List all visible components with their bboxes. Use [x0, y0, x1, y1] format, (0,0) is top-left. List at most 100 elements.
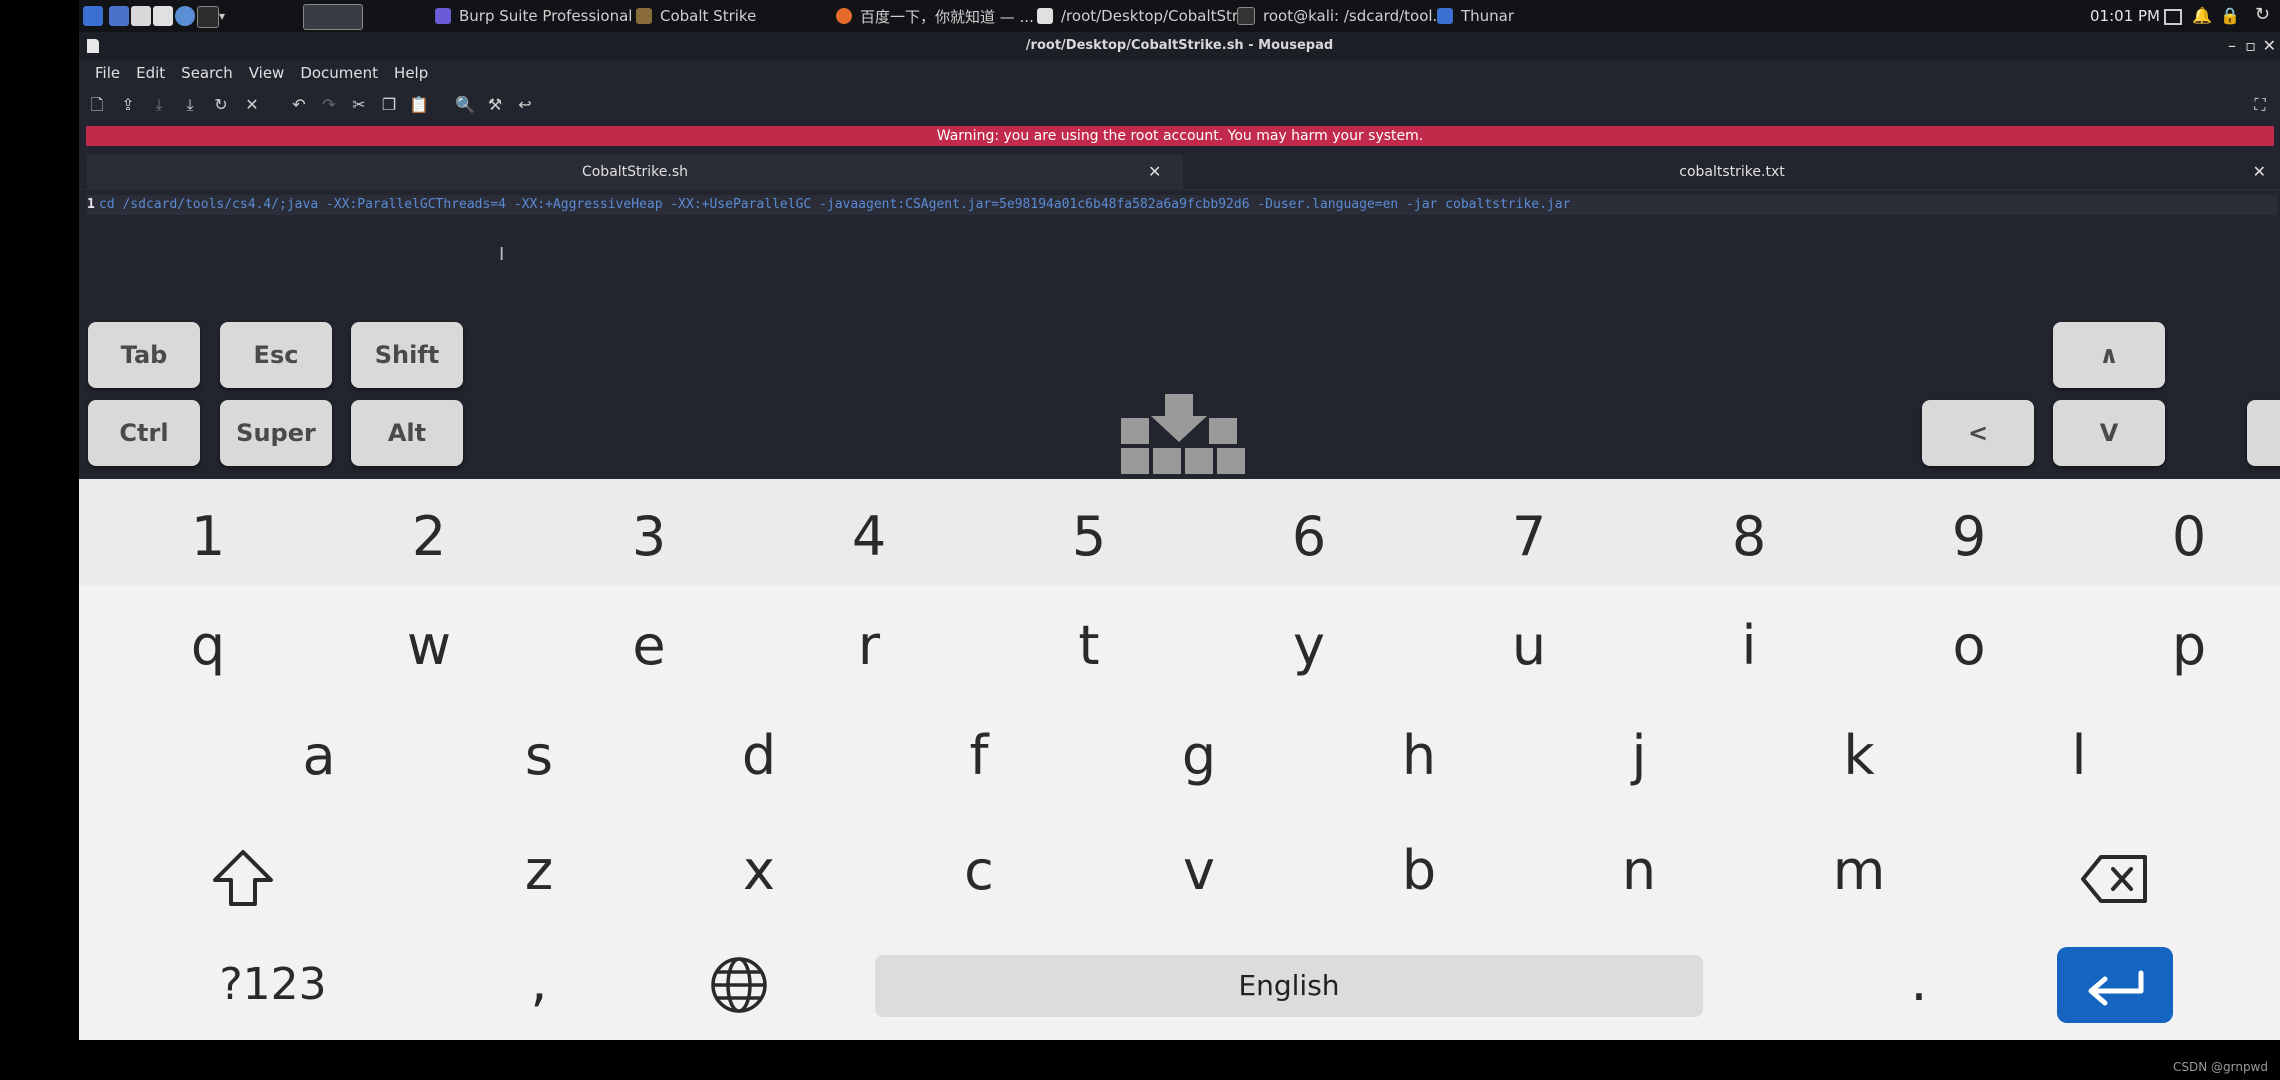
show-desktop-icon[interactable]	[109, 6, 129, 26]
chevron-down-icon[interactable]: ▾	[219, 6, 229, 26]
tab-cobaltstrike-txt[interactable]: cobaltstrike.txt	[1187, 155, 2277, 189]
editor-area[interactable]: 1 cd /sdcard/tools/cs4.4/;java -XX:Parall…	[79, 190, 2280, 480]
paste-icon[interactable]: 📋	[409, 94, 429, 116]
key-4[interactable]: 4	[809, 510, 929, 564]
terminal-icon[interactable]	[197, 6, 219, 28]
open-file-icon[interactable]: ⇪	[118, 94, 138, 116]
task-mousepad[interactable]: /root/Desktop/CobaltStr...	[1037, 0, 1251, 32]
key-r[interactable]: r	[809, 619, 929, 673]
lock-icon[interactable]: 🔒	[2220, 6, 2240, 25]
undo-icon[interactable]: ↶	[289, 94, 309, 116]
menu-document[interactable]: Document	[292, 64, 386, 82]
code-line[interactable]: 1 cd /sdcard/tools/cs4.4/;java -XX:Parall…	[87, 195, 2277, 215]
key-8[interactable]: 8	[1689, 510, 1809, 564]
task-thunar[interactable]: Thunar	[1437, 0, 1514, 32]
menu-edit[interactable]: Edit	[128, 64, 173, 82]
clock[interactable]: 01:01 PM	[2090, 0, 2160, 32]
key-g[interactable]: g	[1139, 729, 1259, 783]
key-0[interactable]: 0	[2129, 510, 2249, 564]
key-b[interactable]: b	[1359, 844, 1479, 898]
tab-close-icon[interactable]: ✕	[1148, 155, 1161, 189]
menu-search[interactable]: Search	[173, 64, 241, 82]
key-t[interactable]: t	[1029, 619, 1149, 673]
key-tab[interactable]: Tab	[88, 322, 200, 388]
key-c[interactable]: c	[919, 844, 1039, 898]
close-document-icon[interactable]: ✕	[242, 94, 262, 116]
reload-icon[interactable]: ↻	[211, 94, 231, 116]
key-9[interactable]: 9	[1909, 510, 2029, 564]
key-n[interactable]: n	[1579, 844, 1699, 898]
key-6[interactable]: 6	[1249, 510, 1369, 564]
key-s[interactable]: s	[479, 729, 599, 783]
key-7[interactable]: 7	[1469, 510, 1589, 564]
restart-icon[interactable]: ↻	[2255, 4, 2270, 25]
key-p[interactable]: p	[2129, 619, 2249, 673]
key-super[interactable]: Super	[220, 400, 332, 466]
menu-help[interactable]: Help	[386, 64, 436, 82]
key-k[interactable]: k	[1799, 729, 1919, 783]
task-cobalt-strike[interactable]: Cobalt Strike	[636, 0, 756, 32]
key-esc[interactable]: Esc	[220, 322, 332, 388]
copy-icon[interactable]: ❐	[379, 94, 399, 116]
key-e[interactable]: e	[589, 619, 709, 673]
key-u[interactable]: u	[1469, 619, 1589, 673]
key-comma[interactable]: ,	[479, 955, 599, 1009]
redo-icon[interactable]: ↷	[319, 94, 339, 116]
maximize-icon[interactable]: ▫	[2245, 32, 2256, 60]
key-x[interactable]: x	[699, 844, 819, 898]
find-replace-icon[interactable]: ⚒	[485, 94, 505, 116]
close-icon[interactable]: ✕	[2263, 32, 2276, 60]
go-to-line-icon[interactable]: ↩	[515, 94, 535, 116]
new-document-icon[interactable]: 🗋	[87, 94, 107, 116]
minimize-icon[interactable]: –	[2228, 32, 2236, 60]
text-editor-icon[interactable]	[153, 6, 173, 26]
save-as-icon[interactable]: ⤓	[180, 94, 200, 116]
fullscreen-icon[interactable]: ⛶	[2250, 94, 2270, 116]
menu-view[interactable]: View	[241, 64, 293, 82]
enter-button[interactable]	[2057, 947, 2173, 1023]
key-left[interactable]: <	[1922, 400, 2034, 466]
task-burp-suite[interactable]: Burp Suite Professional ...	[435, 0, 652, 32]
key-f[interactable]: f	[919, 729, 1039, 783]
cut-icon[interactable]: ✂	[349, 94, 369, 116]
key-shift[interactable]: Shift	[351, 322, 463, 388]
key-3[interactable]: 3	[589, 510, 709, 564]
space-bar[interactable]: English	[875, 955, 1703, 1017]
task-terminal[interactable]: root@kali: /sdcard/tool...	[1237, 0, 1447, 32]
key-v[interactable]: v	[1139, 844, 1259, 898]
tab-cobaltstrike-sh[interactable]: CobaltStrike.sh	[87, 155, 1183, 191]
key-symbols[interactable]: ?123	[183, 963, 363, 1007]
task-firefox-baidu[interactable]: 百度一下，你就知道 — ...	[836, 0, 1034, 32]
file-manager-icon[interactable]	[131, 6, 151, 26]
key-2[interactable]: 2	[369, 510, 489, 564]
find-icon[interactable]: 🔍	[455, 94, 475, 116]
active-window-icon[interactable]	[303, 4, 363, 30]
key-5[interactable]: 5	[1029, 510, 1149, 564]
browser-icon[interactable]	[175, 6, 195, 26]
kali-menu-icon[interactable]	[83, 6, 103, 26]
key-z[interactable]: z	[479, 844, 599, 898]
key-alt[interactable]: Alt	[351, 400, 463, 466]
key-i[interactable]: i	[1689, 619, 1809, 673]
key-m[interactable]: m	[1799, 844, 1919, 898]
key-period[interactable]: .	[1859, 955, 1979, 1009]
keyboard-toggle-icon[interactable]	[1113, 394, 1245, 476]
key-q[interactable]: q	[148, 619, 268, 673]
notifications-icon[interactable]: 🔔	[2192, 6, 2212, 25]
key-ctrl[interactable]: Ctrl	[88, 400, 200, 466]
tab-close-icon[interactable]: ✕	[2253, 155, 2266, 189]
menu-file[interactable]: File	[87, 64, 128, 82]
display-icon[interactable]	[2164, 9, 2182, 25]
shift-arrow-icon[interactable]	[211, 848, 275, 912]
key-h[interactable]: h	[1359, 729, 1479, 783]
globe-icon[interactable]	[709, 955, 769, 1019]
save-icon[interactable]: ⤓	[149, 94, 169, 116]
key-a[interactable]: a	[259, 729, 379, 783]
key-up[interactable]: ∧	[2053, 322, 2165, 388]
key-l[interactable]: l	[2019, 729, 2139, 783]
key-1[interactable]: 1	[148, 510, 268, 564]
key-w[interactable]: w	[369, 619, 489, 673]
key-o[interactable]: o	[1909, 619, 2029, 673]
key-partial[interactable]	[2247, 400, 2280, 466]
key-down[interactable]: V	[2053, 400, 2165, 466]
